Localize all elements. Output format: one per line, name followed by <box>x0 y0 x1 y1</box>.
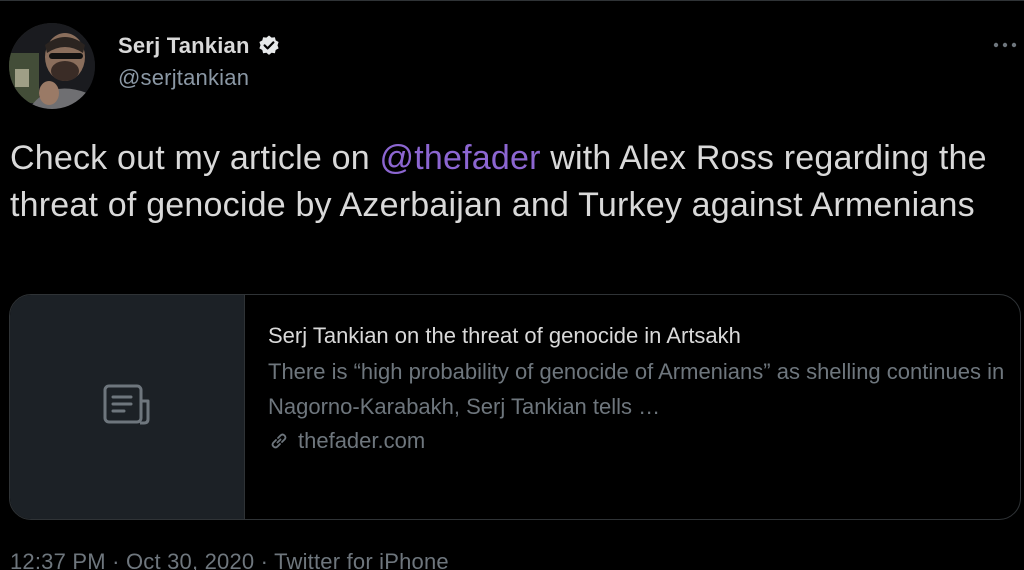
card-description: There is “high probability of genocide o… <box>268 359 1005 419</box>
document-icon <box>102 383 152 432</box>
tweet-meta: 12:37 PM · Oct 30, 2020 · Twitter for iP… <box>10 549 449 570</box>
tweet-time[interactable]: 12:37 PM <box>10 549 106 570</box>
tweet: Serj Tankian @serjtankian Check out my a… <box>0 0 1024 570</box>
card-domain-text: thefader.com <box>298 428 426 453</box>
author-handle[interactable]: @serjtankian <box>118 65 281 91</box>
avatar[interactable] <box>9 23 95 109</box>
card-body: Serj Tankian on the threat of genocide i… <box>245 295 1008 519</box>
link-preview-card[interactable]: Serj Tankian on the threat of genocide i… <box>9 294 1021 520</box>
tweet-source[interactable]: Twitter for iPhone <box>274 549 449 570</box>
card-thumbnail[interactable] <box>10 295 245 519</box>
tweet-text: Check out my article on @thefader with A… <box>10 135 1010 229</box>
card-title[interactable]: Serj Tankian on the threat of genocide i… <box>268 321 1008 351</box>
author-display-name[interactable]: Serj Tankian <box>118 33 250 59</box>
meta-separator: · <box>254 549 275 570</box>
meta-separator: · <box>105 549 126 570</box>
verified-badge-icon <box>257 34 281 58</box>
link-icon <box>268 430 290 452</box>
tweet-date[interactable]: Oct 30, 2020 <box>126 549 254 570</box>
more-options-icon[interactable] <box>990 35 1020 55</box>
tweet-text-before: Check out my article on <box>10 139 380 177</box>
mention-link[interactable]: @thefader <box>380 139 541 177</box>
card-domain: thefader.com <box>268 426 1008 456</box>
author-block: Serj Tankian @serjtankian <box>118 31 281 91</box>
